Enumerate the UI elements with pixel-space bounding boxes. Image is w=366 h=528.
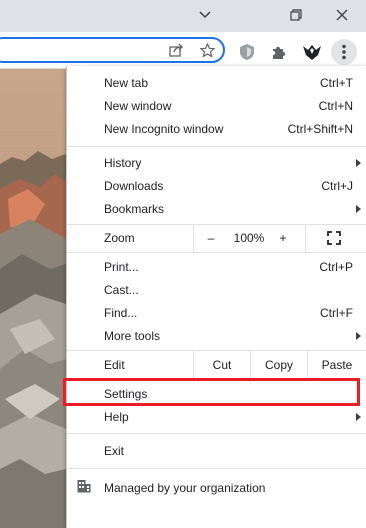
star-icon[interactable] bbox=[199, 42, 215, 58]
zoom-row: Zoom – 100% + bbox=[67, 225, 366, 251]
edit-label: Edit bbox=[104, 358, 125, 372]
cut-button[interactable]: Cut bbox=[194, 351, 250, 379]
settings-highlight-box bbox=[63, 378, 360, 406]
menu-item-bookmarks[interactable]: Bookmarks bbox=[67, 197, 366, 220]
menu-item-shortcut: Ctrl+Shift+N bbox=[287, 121, 353, 136]
menu-item-cast[interactable]: Cast... bbox=[67, 278, 366, 301]
zoom-divider bbox=[305, 225, 306, 251]
copy-button[interactable]: Copy bbox=[251, 351, 307, 379]
menu-item-new-tab[interactable]: New tab Ctrl+T bbox=[67, 71, 366, 94]
menu-separator bbox=[67, 433, 366, 434]
submenu-arrow-icon bbox=[356, 158, 361, 167]
menu-separator bbox=[67, 146, 366, 147]
menu-item-label: Managed by your organization bbox=[104, 481, 266, 495]
menu-item-shortcut: Ctrl+T bbox=[320, 75, 353, 90]
background-photo bbox=[0, 69, 66, 528]
menu-item-history[interactable]: History bbox=[67, 151, 366, 174]
tab-search-button[interactable] bbox=[183, 0, 227, 30]
address-bar[interactable] bbox=[0, 37, 225, 63]
zoom-in-button[interactable]: + bbox=[273, 225, 293, 251]
shield-extension-icon[interactable] bbox=[236, 41, 258, 63]
chevron-down-icon bbox=[199, 11, 211, 19]
menu-item-label: History bbox=[104, 155, 142, 170]
menu-item-label: Find... bbox=[104, 305, 138, 320]
menu-item-shortcut: Ctrl+F bbox=[320, 305, 353, 320]
zoom-divider bbox=[193, 225, 194, 251]
close-window-button[interactable] bbox=[320, 0, 364, 30]
menu-item-label: Print... bbox=[104, 259, 139, 274]
menu-button[interactable] bbox=[331, 39, 357, 65]
menu-item-downloads[interactable]: Downloads Ctrl+J bbox=[67, 174, 366, 197]
menu-separator bbox=[67, 468, 366, 469]
menu-item-help[interactable]: Help bbox=[67, 405, 366, 428]
eagle-extension-icon[interactable] bbox=[301, 41, 323, 63]
fullscreen-icon bbox=[327, 231, 341, 245]
zoom-label: Zoom bbox=[104, 231, 135, 245]
zoom-level: 100% bbox=[233, 231, 265, 245]
menu-item-label: New tab bbox=[104, 75, 149, 90]
paste-button[interactable]: Paste bbox=[308, 351, 366, 379]
menu-item-label: Bookmarks bbox=[104, 201, 165, 216]
browser-toolbar bbox=[0, 32, 366, 69]
submenu-arrow-icon bbox=[356, 412, 361, 421]
kebab-menu-icon bbox=[342, 44, 346, 60]
zoom-out-button[interactable]: – bbox=[201, 225, 221, 251]
restore-button[interactable] bbox=[274, 0, 318, 30]
menu-item-shortcut: Ctrl+P bbox=[319, 259, 353, 274]
submenu-arrow-icon bbox=[356, 331, 361, 340]
submenu-arrow-icon bbox=[356, 204, 361, 213]
menu-item-label: Downloads bbox=[104, 178, 164, 193]
menu-item-shortcut: Ctrl+N bbox=[318, 98, 353, 113]
menu-item-label: New Incognito window bbox=[104, 121, 224, 136]
edit-row: Edit Cut Copy Paste bbox=[67, 351, 366, 379]
menu-item-shortcut: Ctrl+J bbox=[321, 178, 353, 193]
menu-item-new-window[interactable]: New window Ctrl+N bbox=[67, 94, 366, 117]
title-bar bbox=[0, 0, 366, 32]
menu-item-managed[interactable]: Managed by your organization bbox=[67, 472, 366, 502]
menu-item-find[interactable]: Find... Ctrl+F bbox=[67, 301, 366, 324]
chrome-main-menu: New tab Ctrl+T New window Ctrl+N New Inc… bbox=[63, 66, 366, 528]
menu-item-label: Cast... bbox=[104, 282, 139, 297]
building-icon bbox=[77, 480, 91, 493]
restore-icon bbox=[290, 9, 302, 21]
share-icon[interactable] bbox=[168, 42, 184, 58]
menu-item-label: New window bbox=[104, 98, 172, 113]
menu-item-label: Help bbox=[104, 409, 129, 424]
fullscreen-button[interactable] bbox=[321, 225, 347, 251]
puzzle-extensions-icon[interactable] bbox=[268, 41, 290, 63]
menu-item-print[interactable]: Print... Ctrl+P bbox=[67, 255, 366, 278]
menu-item-exit[interactable]: Exit bbox=[67, 439, 366, 462]
menu-item-label: Exit bbox=[104, 443, 125, 458]
menu-separator bbox=[67, 252, 366, 253]
close-icon bbox=[336, 9, 348, 21]
menu-item-more-tools[interactable]: More tools bbox=[67, 324, 366, 347]
menu-item-new-incognito-window[interactable]: New Incognito window Ctrl+Shift+N bbox=[67, 117, 366, 140]
menu-item-label: More tools bbox=[104, 328, 161, 343]
